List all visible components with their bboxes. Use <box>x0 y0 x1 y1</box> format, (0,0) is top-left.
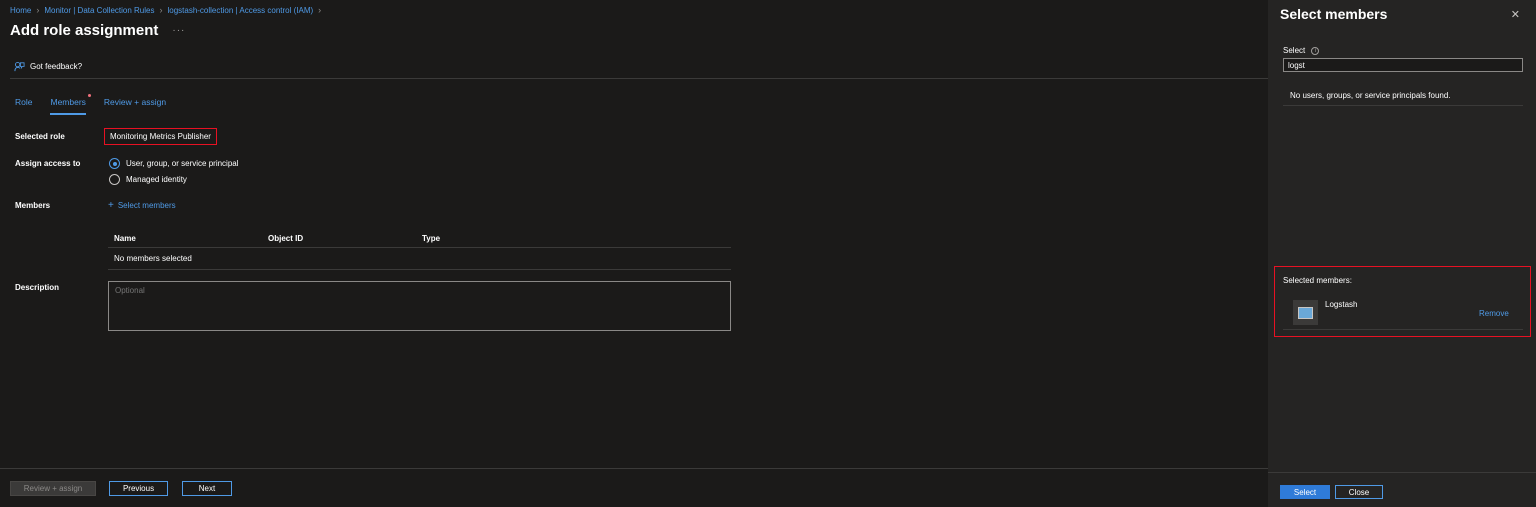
table-header: Name Object ID Type <box>108 230 731 248</box>
table-row: No members selected <box>108 248 731 270</box>
tab-members-label: Members <box>50 97 86 107</box>
page-title: Add role assignment ··· <box>10 22 185 39</box>
close-icon[interactable]: ✕ <box>1511 8 1520 21</box>
selected-role-value: Monitoring Metrics Publisher <box>104 128 217 145</box>
page-title-text: Add role assignment <box>10 22 159 39</box>
members-table: Name Object ID Type No members selected <box>108 230 731 270</box>
radio-user-group-sp-label: User, group, or service principal <box>126 159 239 168</box>
required-dot-icon <box>87 94 91 97</box>
feedback-label: Got feedback? <box>30 62 83 71</box>
description-label: Description <box>15 283 60 292</box>
breadcrumb-home[interactable]: Home <box>10 6 31 15</box>
radio-managed-identity-label: Managed identity <box>126 175 187 184</box>
selected-member-name: Logstash <box>1325 300 1358 309</box>
search-input[interactable] <box>1283 58 1523 72</box>
tab-members[interactable]: Members <box>50 94 91 115</box>
previous-button[interactable]: Previous <box>109 481 168 496</box>
divider <box>10 78 1268 79</box>
members-label: Members <box>15 201 51 210</box>
panel-title: Select members <box>1280 6 1388 22</box>
divider <box>1283 105 1523 106</box>
review-assign-button[interactable]: Review + assign <box>10 481 96 496</box>
column-header-object-id[interactable]: Object ID <box>268 234 422 243</box>
selected-members-heading: Selected members: <box>1283 276 1352 285</box>
close-button[interactable]: Close <box>1335 485 1383 499</box>
column-header-type[interactable]: Type <box>422 234 572 243</box>
assign-access-label: Assign access to <box>15 159 81 168</box>
tab-bar: Role Members Review + assign <box>15 94 184 115</box>
remove-link[interactable]: Remove <box>1479 309 1509 318</box>
divider <box>1283 329 1523 330</box>
tab-review-assign[interactable]: Review + assign <box>104 97 166 115</box>
breadcrumb-monitor[interactable]: Monitor | Data Collection Rules <box>44 6 154 15</box>
next-button[interactable]: Next <box>182 481 232 496</box>
more-options-icon[interactable]: ··· <box>172 25 185 36</box>
feedback-icon <box>14 62 25 72</box>
chevron-right-icon: › <box>318 5 322 15</box>
plus-icon: + <box>108 200 114 211</box>
select-label: Select i <box>1283 46 1320 55</box>
select-members-panel: Select members ✕ Select i No users, grou… <box>1268 0 1536 507</box>
footer-divider <box>0 468 1268 469</box>
description-field[interactable] <box>108 281 731 331</box>
select-label-text: Select <box>1283 46 1306 55</box>
no-results-message: No users, groups, or service principals … <box>1290 91 1451 100</box>
tab-role[interactable]: Role <box>15 97 32 115</box>
main-content: Home › Monitor | Data Collection Rules ›… <box>0 0 1268 507</box>
radio-managed-identity[interactable]: Managed identity <box>109 174 187 185</box>
radio-checked-icon <box>109 158 120 169</box>
select-button[interactable]: Select <box>1280 485 1330 499</box>
feedback-button[interactable]: Got feedback? <box>14 61 82 72</box>
column-header-name[interactable]: Name <box>108 234 268 243</box>
radio-unchecked-icon <box>109 174 120 185</box>
avatar <box>1293 300 1318 325</box>
select-members-link[interactable]: + Select members <box>108 200 176 211</box>
radio-user-group-sp[interactable]: User, group, or service principal <box>109 158 239 169</box>
chevron-right-icon: › <box>159 5 163 15</box>
chevron-right-icon: › <box>36 5 40 15</box>
breadcrumb-iam[interactable]: logstash-collection | Access control (IA… <box>167 6 313 15</box>
app-icon <box>1298 306 1313 319</box>
select-members-link-label: Select members <box>117 201 176 210</box>
panel-footer-divider <box>1268 472 1536 473</box>
breadcrumb: Home › Monitor | Data Collection Rules ›… <box>10 5 326 15</box>
info-icon[interactable]: i <box>1311 46 1320 55</box>
selected-role-label: Selected role <box>15 132 65 141</box>
